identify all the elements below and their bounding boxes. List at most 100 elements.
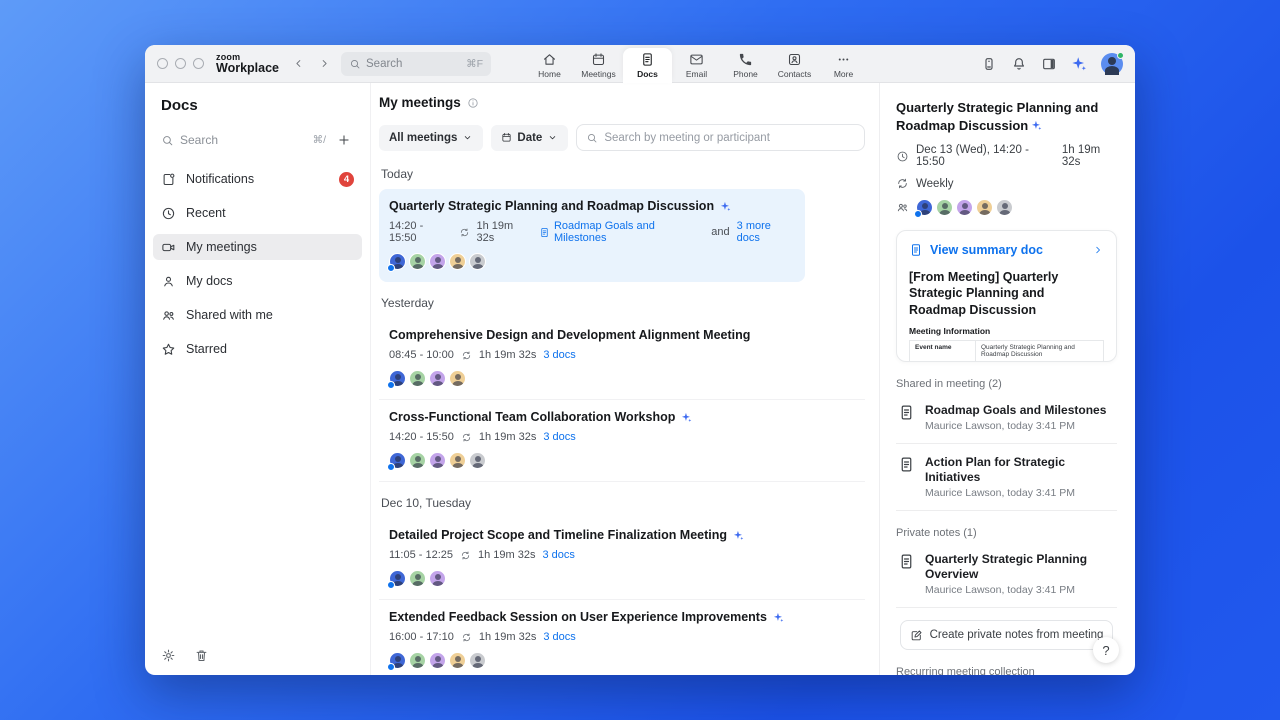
meeting-card[interactable]: Cross-Functional Team Collaboration Work… xyxy=(379,400,865,482)
bell-icon[interactable] xyxy=(1011,56,1027,72)
avatar xyxy=(976,199,993,217)
doc-item-meta: Maurice Lawson, today 3:41 PM xyxy=(925,420,1075,433)
meeting-card[interactable]: Detailed Project Scope and Timeline Fina… xyxy=(379,518,865,600)
star-icon xyxy=(161,342,176,357)
titlebar: zoom Workplace ⌘F Home Meetings Docs xyxy=(145,45,1135,83)
nav-forward-button[interactable] xyxy=(315,55,333,73)
minimize-window-button[interactable] xyxy=(175,58,186,69)
close-window-button[interactable] xyxy=(157,58,168,69)
tab-docs-label: Docs xyxy=(637,68,658,79)
sidebar-item-notifications[interactable]: Notifications 4 xyxy=(153,166,362,192)
meeting-time: 08:45 - 10:00 xyxy=(389,349,454,361)
doc-item-title: Roadmap Goals and Milestones xyxy=(925,403,1107,418)
tab-email[interactable]: Email xyxy=(672,49,721,83)
tab-phone[interactable]: Phone xyxy=(721,49,770,83)
details-recurrence: Weekly xyxy=(916,177,954,190)
view-summary-doc-link[interactable]: View summary doc xyxy=(909,243,1104,257)
avatar xyxy=(429,652,446,669)
sidebar-item-my-meetings[interactable]: My meetings xyxy=(153,234,362,260)
docs-link[interactable]: 3 docs xyxy=(543,549,575,561)
docs-link[interactable]: 3 docs xyxy=(543,631,575,643)
connected-device-icon[interactable] xyxy=(981,56,997,72)
docs-link[interactable]: 3 docs xyxy=(543,349,575,361)
doc-item-meta: Maurice Lawson, today 3:41 PM xyxy=(925,487,1075,500)
panel-toggle-icon[interactable] xyxy=(1041,56,1057,72)
filter-all-meetings-label: All meetings xyxy=(389,131,458,144)
shared-doc-item[interactable]: Action Plan for Strategic Initiatives Ma… xyxy=(896,444,1117,512)
sidebar-item-my-docs[interactable]: My docs xyxy=(153,268,362,294)
doc-link[interactable]: Roadmap Goals and Milestones xyxy=(539,220,704,244)
ai-sparkle-icon xyxy=(681,412,692,423)
more-docs-link[interactable]: 3 more docs xyxy=(737,220,795,244)
avatar xyxy=(936,199,953,217)
info-icon[interactable] xyxy=(467,97,479,109)
doc-item-title: Quarterly Strategic Planning Overview xyxy=(925,552,1088,581)
table-row: Time Dec 13, 2024, 14:20 - 15:50 (PST) xyxy=(909,360,1105,362)
meeting-search[interactable] xyxy=(576,124,865,151)
zoom-window-button[interactable] xyxy=(193,58,204,69)
avatar xyxy=(469,652,486,669)
tab-more[interactable]: More xyxy=(819,49,868,83)
summary-doc-card[interactable]: View summary doc [From Meeting] Quarterl… xyxy=(896,230,1117,363)
sidebar-item-shared-with-me[interactable]: Shared with me xyxy=(153,302,362,328)
tab-home[interactable]: Home xyxy=(525,49,574,83)
chevron-down-icon xyxy=(547,132,558,143)
filter-date[interactable]: Date xyxy=(491,124,569,151)
sidebar-search-input[interactable] xyxy=(180,133,270,147)
avatar xyxy=(409,253,426,270)
meetings-list-pane: My meetings All meetings Date Search by … xyxy=(371,83,880,675)
calendar-icon xyxy=(591,52,606,67)
sidebar-item-recent[interactable]: Recent xyxy=(153,200,362,226)
private-note-item[interactable]: Quarterly Strategic Planning Overview Ma… xyxy=(896,541,1117,609)
mail-icon xyxy=(689,52,704,67)
avatar xyxy=(387,652,406,671)
new-doc-button[interactable] xyxy=(334,130,354,150)
tab-docs[interactable]: Docs xyxy=(623,47,672,83)
sidebar-item-label: My meetings xyxy=(186,240,257,254)
host-badge xyxy=(387,463,395,471)
group-label-yesterday: Yesterday xyxy=(381,296,434,310)
global-search-input[interactable] xyxy=(366,57,436,70)
filter-all-meetings[interactable]: All meetings xyxy=(379,124,484,151)
ai-companion-icon[interactable] xyxy=(1071,56,1087,72)
meeting-search-input[interactable] xyxy=(604,131,855,144)
meeting-title: Comprehensive Design and Development Ali… xyxy=(389,328,751,342)
docs-link-label: 3 docs xyxy=(542,549,575,561)
meeting-time: 14:20 - 15:50 xyxy=(389,220,424,244)
tab-phone-label: Phone xyxy=(733,69,758,79)
shared-doc-item[interactable]: Roadmap Goals and Milestones Maurice Law… xyxy=(896,392,1117,445)
sidebar-item-starred[interactable]: Starred xyxy=(153,336,362,362)
trash-icon[interactable] xyxy=(194,648,209,663)
tab-meetings[interactable]: Meetings xyxy=(574,49,623,83)
avatar xyxy=(429,370,446,387)
meeting-duration: 1h 19m 32s xyxy=(476,220,514,244)
host-badge xyxy=(387,581,395,589)
zoom-workplace-logo: zoom Workplace xyxy=(216,52,279,75)
create-private-notes-button[interactable]: Create private notes from meeting xyxy=(900,620,1113,651)
nav-back-button[interactable] xyxy=(289,55,307,73)
profile-avatar[interactable] xyxy=(1101,51,1124,75)
doc-icon xyxy=(539,227,550,238)
tab-contacts[interactable]: Contacts xyxy=(770,49,819,83)
doc-preview[interactable]: [From Meeting] Quarterly Strategic Plann… xyxy=(909,269,1105,362)
avatar xyxy=(387,253,406,272)
meeting-card-selected[interactable]: Quarterly Strategic Planning and Roadmap… xyxy=(379,189,805,282)
avatar xyxy=(996,199,1013,217)
row-label: Event name xyxy=(909,339,976,362)
help-button[interactable]: ? xyxy=(1093,637,1119,663)
doc-preview-section: Meeting Information xyxy=(909,325,991,336)
view-summary-doc-label: View summary doc xyxy=(930,243,1044,258)
meeting-card[interactable]: Comprehensive Design and Development Ali… xyxy=(379,318,865,400)
meeting-title: Cross-Functional Team Collaboration Work… xyxy=(389,410,676,424)
details-title-text: Quarterly Strategic Planning and Roadmap… xyxy=(896,100,1099,133)
participant-avatars xyxy=(387,370,855,389)
clock-icon xyxy=(896,150,909,163)
global-search[interactable]: ⌘F xyxy=(341,51,491,76)
chevron-right-icon xyxy=(1092,244,1104,256)
sidebar-search[interactable]: ⌘/ xyxy=(161,133,326,147)
settings-gear-icon[interactable] xyxy=(161,648,176,663)
traffic-lights[interactable] xyxy=(157,58,204,69)
meeting-card[interactable]: Extended Feedback Session on User Experi… xyxy=(379,600,865,675)
docs-link[interactable]: 3 docs xyxy=(543,431,575,443)
more-docs-label: 3 more docs xyxy=(736,220,771,244)
